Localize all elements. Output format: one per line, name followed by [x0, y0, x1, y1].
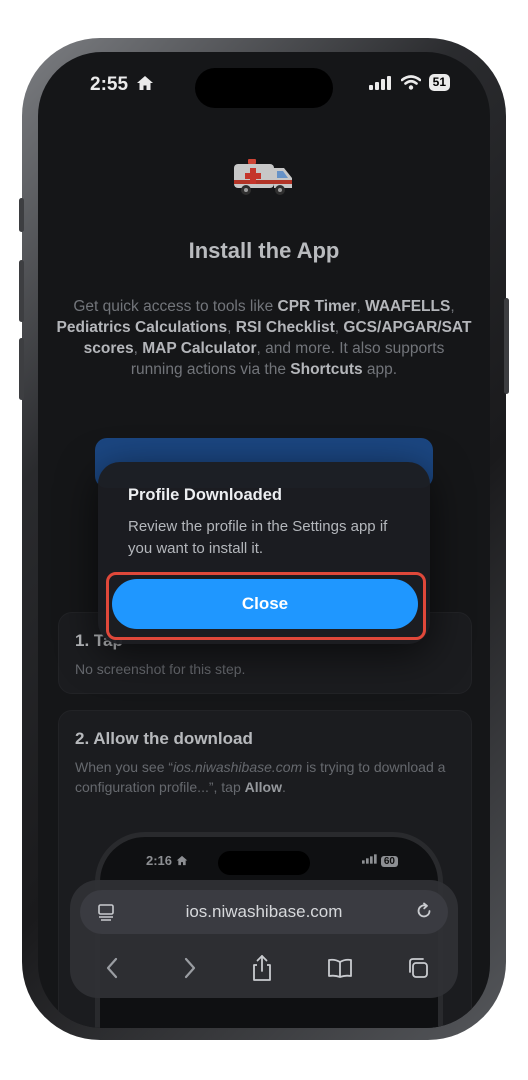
volume-up-button — [19, 260, 24, 322]
volume-down-button — [19, 338, 24, 400]
share-icon — [253, 955, 271, 981]
power-button — [504, 298, 509, 394]
phone-screen: 2:55 51 Install the App Get quick access… — [38, 52, 490, 1028]
safari-toolbar: ios.niwashibase.com — [70, 880, 458, 998]
book-icon — [328, 958, 352, 978]
alert-title: Profile Downloaded — [128, 486, 283, 504]
reload-icon[interactable] — [414, 901, 434, 921]
tabs-icon — [409, 958, 428, 978]
alert-message: Review the profile in the Settings app i… — [128, 518, 388, 557]
profile-downloaded-alert: Profile Downloaded Review the profile in… — [98, 462, 430, 644]
chevron-left-icon — [106, 957, 118, 979]
back-button[interactable] — [92, 950, 132, 986]
safari-nav-row — [70, 950, 458, 986]
action-button — [19, 198, 24, 232]
share-button[interactable] — [242, 950, 282, 986]
tabs-button[interactable] — [398, 950, 438, 986]
close-button[interactable]: Close — [112, 579, 418, 629]
forward-button[interactable] — [170, 950, 210, 986]
url-text: ios.niwashibase.com — [185, 902, 343, 921]
address-bar[interactable]: ios.niwashibase.com — [80, 890, 448, 934]
bookmarks-button[interactable] — [320, 950, 360, 986]
chevron-right-icon — [184, 957, 196, 979]
